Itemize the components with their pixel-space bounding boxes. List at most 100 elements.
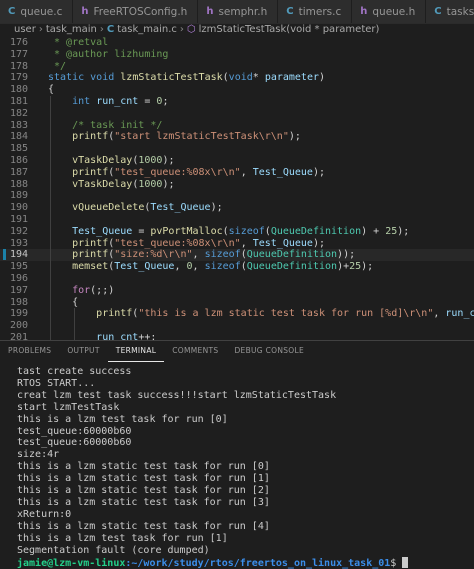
terminal-line: creat lzm test task success!!!start lzmS… [17, 390, 472, 402]
line-number: 187 [0, 167, 28, 179]
chevron-right-icon: › [39, 24, 43, 35]
terminal-line: this is a lzm test task for run [0] [17, 414, 472, 426]
code-text: { [48, 297, 78, 309]
terminal-line: this is a lzm test task for run [1] [17, 533, 472, 545]
code-text: vTaskDelay(1000); [48, 179, 174, 191]
line-number: 192 [0, 226, 28, 238]
code-text: * @author lizhuming [48, 49, 168, 61]
tab-semphr-h[interactable]: h semphr.h [198, 0, 278, 23]
code-line[interactable]: 197 for(;;) [0, 285, 474, 297]
code-text: /* task init */ [48, 120, 162, 132]
code-text: printf("size:%d\r\n", sizeof(QueueDefini… [48, 249, 355, 261]
tab-tasks-c[interactable]: Ctasks.c [426, 0, 474, 23]
code-line[interactable]: 180{ [0, 84, 474, 96]
code-line[interactable]: 194 printf("size:%d\r\n", sizeof(QueueDe… [0, 249, 474, 261]
breadcrumb-user[interactable]: user [14, 24, 36, 35]
code-line[interactable]: 192 Test_Queue = pvPortMalloc(sizeof(Que… [0, 226, 474, 238]
code-line[interactable]: 195 memset(Test_Queue, 0, sizeof(QueueDe… [0, 261, 474, 273]
panel-tab-problems[interactable]: PROBLEMS [0, 341, 59, 361]
code-line[interactable]: 177 * @author lizhuming [0, 49, 474, 61]
code-text: int run_cnt = 0; [48, 96, 168, 108]
terminal-prompt[interactable]: jamie@lzm-vm-linux:~/work/study/rtos/fre… [17, 557, 472, 569]
terminal-output[interactable]: tast create successRTOS START...creat lz… [17, 366, 472, 569]
code-line[interactable]: 185 [0, 143, 474, 155]
code-line[interactable]: 179static void lzmStaticTestTask(void* p… [0, 72, 474, 84]
line-number: 191 [0, 214, 28, 226]
code-line[interactable]: 176 * @retval [0, 37, 474, 49]
code-line[interactable]: 181 int run_cnt = 0; [0, 96, 474, 108]
line-number: 185 [0, 143, 28, 155]
terminal-line: this is a lzm static test task for run [… [17, 461, 472, 473]
code-line[interactable]: 184 printf("start lzmStaticTestTask\r\n"… [0, 131, 474, 143]
line-number: 186 [0, 155, 28, 167]
code-text: printf("start lzmStaticTestTask\r\n"); [48, 131, 301, 143]
tab-label: FreeRTOSConfig.h [93, 6, 187, 18]
code-editor[interactable]: 176 * @retval177 * @author lizhuming178 … [0, 37, 474, 340]
line-number: 176 [0, 37, 28, 49]
tab-label: queue.h [372, 6, 415, 18]
line-number: 177 [0, 49, 28, 61]
line-number: 198 [0, 297, 28, 309]
code-line[interactable]: 190 vQueueDelete(Test_Queue); [0, 202, 474, 214]
line-number: 200 [0, 320, 28, 332]
breadcrumb: user›task_main›Ctask_main.c›⬡lzmStaticTe… [0, 23, 474, 37]
code-line[interactable]: 187 printf("test_queue:%08x\r\n", Test_Q… [0, 167, 474, 179]
breadcrumb-file[interactable]: task_main.c [117, 24, 177, 35]
panel-tab-terminal[interactable]: TERMINAL [108, 341, 165, 362]
code-text: Test_Queue = pvPortMalloc(sizeof(QueueDe… [48, 226, 409, 238]
chevron-right-icon: › [180, 24, 184, 35]
tab-freertosconfig-h[interactable]: hFreeRTOSConfig.h [73, 0, 198, 23]
line-number: 189 [0, 190, 28, 202]
panel-tab-output[interactable]: OUTPUT [59, 341, 107, 361]
code-text: memset(Test_Queue, 0, sizeof(QueueDefini… [48, 261, 373, 273]
code-line[interactable]: 201 run_cnt++; [0, 332, 474, 340]
code-line[interactable]: 183 /* task init */ [0, 120, 474, 132]
tab-queue-c[interactable]: Cqueue.c [0, 0, 73, 23]
code-text: run_cnt++; [48, 332, 156, 340]
code-line[interactable]: 200 [0, 320, 474, 332]
line-number: 197 [0, 285, 28, 297]
panel-tab-comments[interactable]: COMMENTS [164, 341, 226, 361]
code-line[interactable]: 188 vTaskDelay(1000); [0, 179, 474, 191]
terminal-line: xReturn:0 [17, 509, 472, 521]
prompt-path: :~/work/study/rtos/freertos_on_linux_tas… [125, 558, 390, 569]
bottom-panel: PROBLEMSOUTPUTTERMINALCOMMENTSDEBUG CONS… [0, 340, 474, 546]
tab-label: queue.c [20, 6, 62, 18]
code-text: printf("test_queue:%08x\r\n", Test_Queue… [48, 167, 325, 179]
code-line[interactable]: 198 { [0, 297, 474, 309]
code-text: * @retval [48, 37, 108, 49]
line-number: 182 [0, 108, 28, 120]
header-file-icon: h [360, 6, 367, 17]
code-line[interactable]: 178 */ [0, 61, 474, 73]
line-number: 178 [0, 61, 28, 73]
terminal-cursor [402, 557, 408, 568]
panel-tab-debug-console[interactable]: DEBUG CONSOLE [226, 341, 312, 361]
code-line[interactable]: 199 printf("this is a lzm static test ta… [0, 308, 474, 320]
terminal-line: start lzmTestTask [17, 402, 472, 414]
header-file-icon: h [206, 6, 213, 17]
breadcrumb-folder[interactable]: task_main [46, 24, 97, 35]
line-number: 188 [0, 179, 28, 191]
terminal-line: this is a lzm static test task for run [… [17, 497, 472, 509]
tab-timers-c[interactable]: Ctimers.c [278, 0, 352, 23]
function-symbol-icon: ⬡ [187, 24, 196, 35]
code-line[interactable]: 186 vTaskDelay(1000); [0, 155, 474, 167]
code-line[interactable]: 193 printf("test_queue:%08x\r\n", Test_Q… [0, 238, 474, 250]
terminal-line: tast create success [17, 366, 472, 378]
breadcrumb-symbol[interactable]: lzmStaticTestTask(void * parameter) [199, 24, 380, 35]
tab-label: semphr.h [218, 6, 267, 18]
code-line[interactable]: 196 [0, 273, 474, 285]
terminal-line: Segmentation fault (core dumped) [17, 545, 472, 557]
line-number: 183 [0, 120, 28, 132]
terminal-line: size:4r [17, 449, 472, 461]
code-line[interactable]: 189 [0, 190, 474, 202]
code-line[interactable]: 182 [0, 108, 474, 120]
chevron-right-icon: › [100, 24, 104, 35]
code-line[interactable]: 191 [0, 214, 474, 226]
c-file-icon: C [107, 24, 114, 35]
terminal-line: this is a lzm static test task for run [… [17, 485, 472, 497]
tab-label: timers.c [299, 6, 342, 18]
line-number: 196 [0, 273, 28, 285]
code-text: { [48, 84, 54, 96]
tab-queue-h[interactable]: h queue.h [352, 0, 426, 23]
